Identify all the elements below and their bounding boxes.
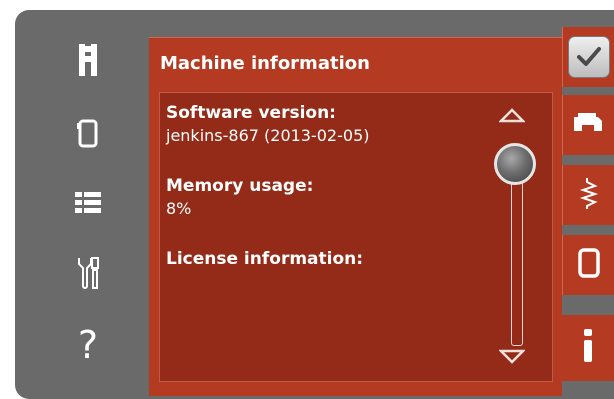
tab-confirm bbox=[562, 27, 614, 87]
tab-info[interactable] bbox=[562, 315, 614, 381]
presser-foot-icon bbox=[77, 42, 99, 78]
info-icon bbox=[581, 329, 595, 367]
list-icon bbox=[75, 192, 101, 214]
list-button[interactable] bbox=[63, 178, 113, 228]
help-button[interactable]: ? bbox=[63, 320, 113, 370]
arrow-down-icon bbox=[497, 349, 527, 364]
memory-usage-label: Memory usage: bbox=[166, 176, 314, 196]
confirm-button[interactable] bbox=[567, 36, 610, 78]
info-content-area: Software version: jenkins-867 (2013-02-0… bbox=[159, 92, 553, 382]
software-version-label: Software version: bbox=[166, 103, 336, 123]
help-icon: ? bbox=[77, 323, 99, 367]
device-frame: ? Machine information Software version: … bbox=[15, 10, 614, 399]
scroll-thumb[interactable] bbox=[494, 143, 536, 185]
tab-embroidery-hoop[interactable] bbox=[562, 235, 614, 295]
software-version-value: jenkins-867 (2013-02-05) bbox=[166, 126, 370, 145]
sewing-machine-icon bbox=[572, 111, 606, 139]
hoop-icon bbox=[77, 117, 99, 149]
tab-stitch[interactable] bbox=[562, 165, 614, 225]
tools-button[interactable] bbox=[63, 248, 113, 298]
tab-sewing-machine[interactable] bbox=[562, 95, 614, 155]
hoop-icon bbox=[577, 247, 601, 283]
machine-information-panel: Machine information Software version: je… bbox=[149, 37, 562, 396]
presser-foot-button[interactable] bbox=[63, 35, 113, 85]
checkmark-icon bbox=[576, 47, 601, 66]
tools-icon bbox=[75, 256, 101, 290]
arrow-up-icon bbox=[497, 108, 527, 123]
memory-usage-value: 8% bbox=[166, 199, 192, 218]
left-navigation: ? bbox=[15, 10, 135, 399]
scroll-track[interactable] bbox=[511, 170, 523, 346]
hoop-button[interactable] bbox=[63, 108, 113, 158]
right-tab-bar bbox=[548, 10, 614, 399]
panel-title: Machine information bbox=[160, 53, 370, 74]
stitch-icon bbox=[579, 176, 599, 214]
license-information-label: License information: bbox=[166, 249, 364, 269]
